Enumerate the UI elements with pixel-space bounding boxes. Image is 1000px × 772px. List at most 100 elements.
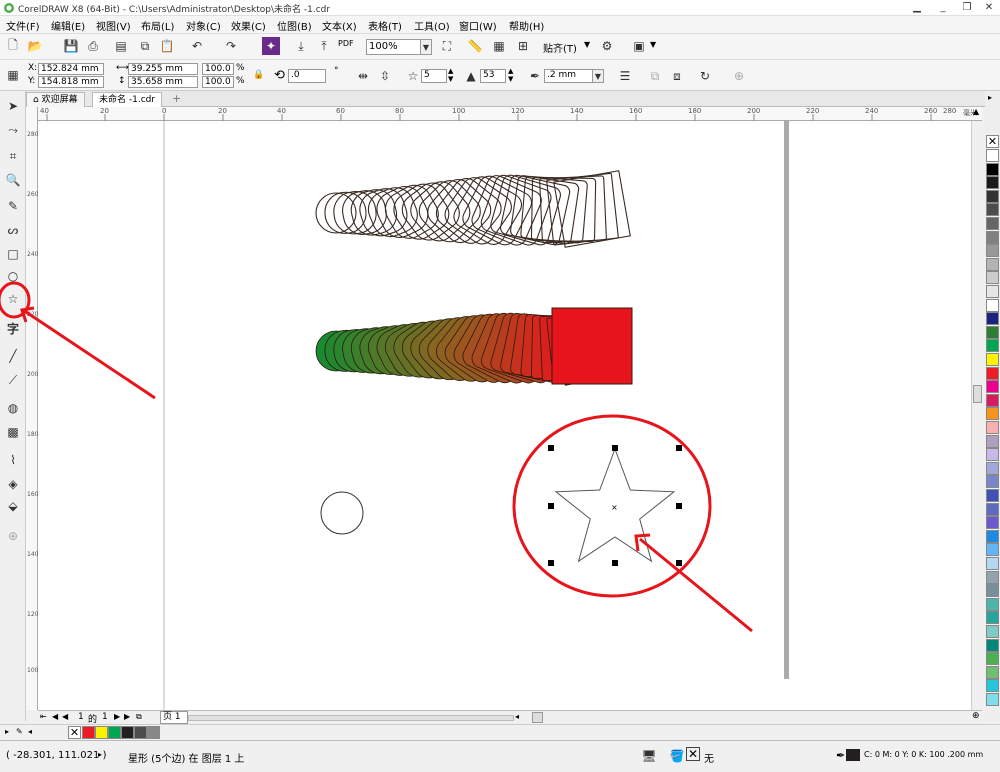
palette-swatch[interactable]	[986, 693, 999, 706]
add-tab-button[interactable]: +	[172, 92, 181, 105]
import-icon[interactable]: ⤓	[292, 37, 310, 55]
palette-scroll-up-icon[interactable]: ▸	[988, 93, 992, 102]
snap-to-button[interactable]: 贴齐(T)	[543, 40, 577, 55]
menu-edit[interactable]: 编辑(E)	[51, 18, 85, 33]
undo-icon[interactable]: ↶	[188, 37, 206, 55]
palette-swatch[interactable]	[986, 502, 999, 516]
save-icon[interactable]: 💾	[62, 37, 80, 55]
mirror-horizontal-icon[interactable]: ⇹	[354, 67, 372, 85]
menu-layout[interactable]: 布局(L)	[141, 18, 174, 33]
paste-icon[interactable]: 📋	[158, 37, 176, 55]
transparency-tool-icon[interactable]: ▩	[4, 423, 22, 441]
zoom-icon[interactable]: ⊕	[972, 711, 980, 721]
doc-palette-swatch[interactable]	[147, 726, 160, 739]
palette-swatch[interactable]	[986, 393, 999, 407]
doc-palette-swatch[interactable]	[82, 726, 95, 739]
palette-swatch[interactable]	[986, 353, 999, 366]
palette-swatch[interactable]	[986, 570, 999, 584]
palette-swatch[interactable]	[986, 625, 999, 638]
palette-swatch[interactable]	[986, 434, 999, 448]
palette-swatch[interactable]	[986, 461, 999, 475]
lock-ratio-icon[interactable]: 🔒	[253, 70, 264, 80]
zoom-level-field[interactable]: 100%	[366, 39, 422, 55]
doc-palette-swatch[interactable]	[108, 726, 121, 739]
last-page-icon[interactable]: ▶	[124, 712, 130, 721]
menu-window[interactable]: 窗口(W)	[459, 18, 497, 33]
eyedropper-tool-icon[interactable]: ⌇	[4, 451, 22, 469]
full-screen-icon[interactable]: ⛶	[438, 37, 456, 55]
points-spinner-icon[interactable]: ▲ ▼	[448, 67, 453, 83]
to-front-icon[interactable]: ⧉	[646, 67, 664, 85]
copy-icon[interactable]: ⧉	[136, 37, 154, 55]
palette-swatch[interactable]	[986, 638, 999, 652]
add-page-icon[interactable]: ⧉	[136, 712, 142, 722]
palette-swatch[interactable]	[986, 516, 999, 530]
palette-swatch[interactable]	[986, 325, 999, 339]
show-rulers-icon[interactable]: 📏	[466, 37, 484, 55]
vertical-scrollbar[interactable]: ▲	[971, 107, 983, 710]
palette-swatch[interactable]	[986, 162, 999, 176]
prev-page-icon[interactable]: ◀	[52, 712, 58, 721]
width-field[interactable]: 39.255 mm	[128, 63, 198, 75]
zoom-dropdown-icon[interactable]: ▼	[420, 39, 432, 55]
interactive-fill-tool-icon[interactable]: ◈	[4, 475, 22, 493]
scroll-thumb[interactable]	[973, 385, 982, 403]
palette-swatch[interactable]	[986, 285, 999, 298]
export-icon[interactable]: ⤒	[315, 37, 333, 55]
palette-swatch[interactable]	[986, 407, 999, 421]
first-page-icon[interactable]: ⇤	[40, 712, 47, 721]
scale-width-field[interactable]: 100.0	[202, 63, 234, 75]
open-icon[interactable]: 📂	[26, 37, 44, 55]
page-tab[interactable]: 页 1	[160, 711, 188, 724]
crop-tool-icon[interactable]: ⌗	[4, 147, 22, 165]
doc-no-color-swatch[interactable]: ✕	[68, 726, 81, 739]
artistic-media-tool-icon[interactable]: ᔕ	[4, 221, 22, 239]
palette-swatch[interactable]	[986, 257, 999, 271]
palette-swatch[interactable]	[986, 230, 999, 244]
palette-swatch[interactable]	[986, 652, 999, 666]
palette-swatch[interactable]	[986, 176, 999, 190]
palette-swatch[interactable]	[986, 611, 999, 625]
snap-dropdown-icon[interactable]: ▼	[584, 40, 590, 49]
new-document-icon[interactable]: 🗋	[4, 37, 22, 55]
next-page-icon[interactable]: ▶	[114, 712, 120, 721]
tab-document[interactable]: 未命名 -1.cdr	[92, 92, 163, 107]
menu-view[interactable]: 视图(V)	[96, 18, 131, 33]
cut-icon[interactable]: ▤	[112, 37, 130, 55]
palette-swatch[interactable]	[986, 489, 999, 502]
minimize-icon[interactable]: _	[932, 0, 954, 15]
palette-swatch[interactable]	[986, 380, 999, 394]
palette-swatch[interactable]	[986, 597, 999, 611]
doc-palette-swatch[interactable]	[121, 726, 134, 739]
doc-palette-swatch[interactable]	[134, 726, 147, 739]
convert-to-curves-icon[interactable]: ↻	[696, 67, 714, 85]
outline-dropdown-icon[interactable]: ▼	[592, 69, 604, 83]
doc-palette-menu-icon[interactable]: ▸	[5, 727, 9, 736]
sharpness-field[interactable]: 53	[480, 69, 506, 83]
doc-palette-arrow-icon[interactable]: ◂	[28, 727, 32, 736]
y-position-field[interactable]: 154.818 mm	[38, 76, 104, 88]
horizontal-scrollbar[interactable]	[188, 715, 514, 721]
wrap-text-icon[interactable]: ☰	[616, 67, 634, 85]
menu-effects[interactable]: 效果(C)	[231, 18, 266, 33]
show-guidelines-icon[interactable]: ⊞	[514, 37, 532, 55]
pick-tool-icon[interactable]: ➤	[4, 97, 22, 115]
palette-swatch[interactable]	[986, 189, 999, 203]
x-position-field[interactable]: 152.824 mm	[38, 63, 104, 75]
publish-pdf-button[interactable]: PDF	[338, 39, 354, 48]
zoom-tool-icon[interactable]: 🔍	[4, 171, 22, 189]
prev-page-button[interactable]: ◀	[62, 712, 68, 721]
smart-fill-tool-icon[interactable]: ⬙	[4, 497, 22, 515]
rotation-angle-field[interactable]: .0	[288, 69, 326, 83]
corel-connect-icon[interactable]: ✦	[262, 37, 280, 55]
palette-swatch[interactable]	[986, 149, 999, 162]
mirror-vertical-icon[interactable]: ⇳	[376, 67, 394, 85]
menu-text[interactable]: 文本(X)	[322, 18, 357, 33]
redo-icon[interactable]: ↷	[222, 37, 240, 55]
palette-swatch[interactable]	[986, 421, 999, 434]
height-field[interactable]: 35.658 mm	[128, 76, 198, 88]
menu-tools[interactable]: 工具(O)	[414, 18, 450, 33]
print-icon[interactable]: ⎙	[84, 37, 102, 55]
palette-swatch[interactable]	[986, 584, 999, 598]
maximize-button[interactable]: ❐	[956, 0, 978, 15]
